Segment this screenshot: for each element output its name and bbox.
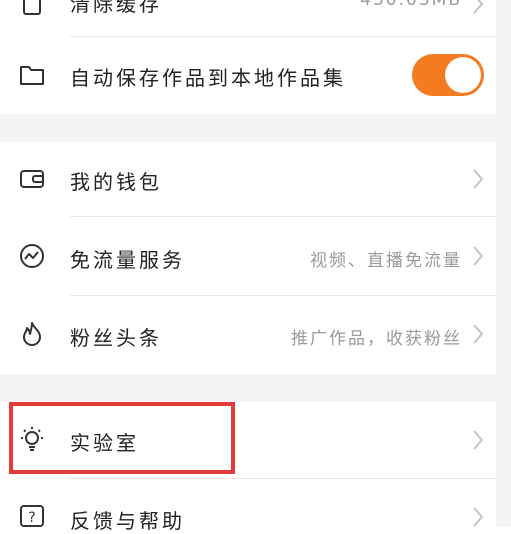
settings-row-auto-save[interactable]: 自动保存作品到本地作品集 xyxy=(0,37,496,114)
chevron-right-icon xyxy=(472,168,484,190)
settings-row-wallet[interactable]: 我的钱包 xyxy=(0,142,496,216)
toggle-knob xyxy=(445,57,481,93)
highlight-box xyxy=(9,402,235,474)
section-gap xyxy=(0,114,496,142)
pulse-circle-icon xyxy=(18,242,46,270)
settings-row-label: 粉丝头条 xyxy=(70,326,162,350)
settings-row-label: 清除缓存 xyxy=(70,0,162,16)
wallet-icon xyxy=(18,165,46,193)
cache-size-value: 430.03MB xyxy=(360,0,462,10)
auto-save-toggle[interactable] xyxy=(412,54,484,96)
flame-icon xyxy=(18,320,46,348)
svg-text:?: ? xyxy=(28,510,35,526)
chevron-right-icon xyxy=(472,323,484,345)
settings-row-subtitle: 视频、直播免流量 xyxy=(310,251,462,271)
settings-row-subtitle: 推广作品，收获粉丝 xyxy=(291,329,462,349)
folder-icon xyxy=(18,61,46,89)
settings-row-free-data[interactable]: 免流量服务 视频、直播免流量 xyxy=(0,217,496,295)
settings-row-label: 自动保存作品到本地作品集 xyxy=(70,66,346,90)
section-gap xyxy=(0,374,496,402)
settings-row-label: 反馈与帮助 xyxy=(70,509,185,533)
right-edge-strip xyxy=(496,0,511,527)
chevron-right-icon xyxy=(472,506,484,528)
settings-row-label: 我的钱包 xyxy=(70,170,162,194)
settings-row-clear-cache[interactable]: 清除缓存 430.03MB xyxy=(0,0,496,32)
settings-row-fans-headline[interactable]: 粉丝头条 推广作品，收获粉丝 xyxy=(0,296,496,374)
chevron-right-icon xyxy=(472,0,484,15)
settings-row-feedback[interactable]: ? 反馈与帮助 xyxy=(0,479,496,533)
chevron-right-icon xyxy=(472,429,484,451)
chevron-right-icon xyxy=(472,245,484,267)
trash-icon xyxy=(18,0,46,18)
settings-row-label: 免流量服务 xyxy=(70,248,185,272)
